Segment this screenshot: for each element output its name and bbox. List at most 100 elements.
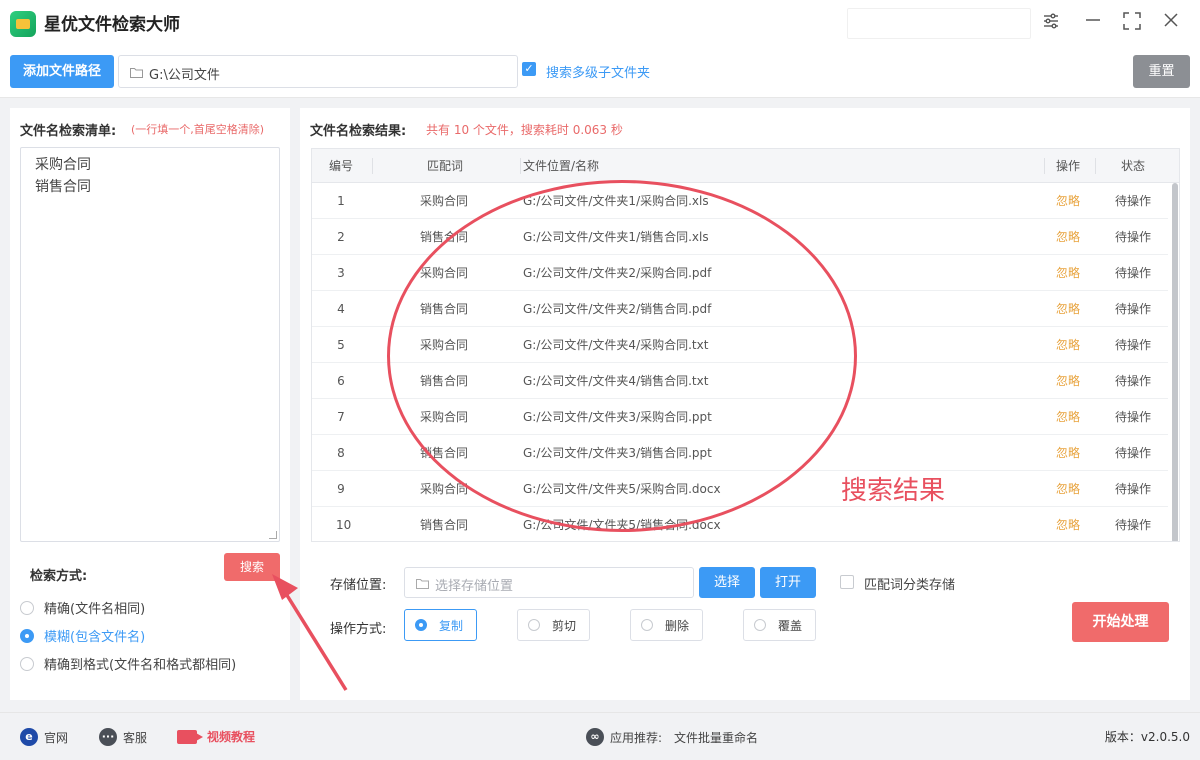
op-cut-label: 剪切 xyxy=(552,618,577,633)
mode-exact-label: 精确(文件名相同) xyxy=(44,602,146,617)
storage-placeholder: 选择存储位置 xyxy=(435,579,514,594)
cell-status: 待操作 xyxy=(1115,338,1152,352)
radio-icon xyxy=(641,619,653,631)
chat-icon: ··· xyxy=(99,728,117,746)
ignore-link[interactable]: 忽略 xyxy=(1056,255,1080,291)
ignore-link[interactable]: 忽略 xyxy=(1056,291,1080,327)
cell-match: 销售合同 xyxy=(420,302,469,316)
table-row[interactable]: 7 采购合同 G:/公司文件/文件夹3/采购合同.ppt 忽略 待操作 xyxy=(312,399,1168,435)
cell-no: 8 xyxy=(337,446,345,460)
col-status: 状态 xyxy=(1121,159,1146,173)
subfolder-checkbox[interactable]: ✓ xyxy=(522,62,536,76)
table-row[interactable]: 9 采购合同 G:/公司文件/文件夹5/采购合同.docx 忽略 待操作 xyxy=(312,471,1168,507)
open-button[interactable]: 打开 xyxy=(760,567,816,598)
cell-match: 销售合同 xyxy=(420,446,469,460)
start-button[interactable]: 开始处理 xyxy=(1072,602,1169,642)
cell-status: 待操作 xyxy=(1115,230,1152,244)
table-row[interactable]: 3 采购合同 G:/公司文件/文件夹2/采购合同.pdf 忽略 待操作 xyxy=(312,255,1168,291)
col-match: 匹配词 xyxy=(427,159,464,173)
cell-no: 1 xyxy=(337,194,345,208)
video-tutorial-link[interactable]: 视频教程 xyxy=(177,728,255,745)
table-row[interactable]: 6 销售合同 G:/公司文件/文件夹4/销售合同.txt 忽略 待操作 xyxy=(312,363,1168,399)
cell-status: 待操作 xyxy=(1115,266,1152,280)
ignore-link[interactable]: 忽略 xyxy=(1056,471,1080,507)
op-delete-option[interactable]: 删除 xyxy=(630,609,703,641)
path-value: G:\公司文件 xyxy=(149,68,220,83)
cell-no: 5 xyxy=(337,338,345,352)
table-row[interactable]: 10 销售合同 G:/公司文件/文件夹5/销售合同.docx 忽略 待操作 xyxy=(312,507,1168,541)
folder-icon xyxy=(130,67,143,82)
reset-button[interactable]: 重置 xyxy=(1133,55,1190,88)
cell-path: G:/公司文件/文件夹2/销售合同.pdf xyxy=(523,302,712,316)
op-copy-label: 复制 xyxy=(439,618,464,633)
service-link[interactable]: ··· 客服 xyxy=(99,728,147,746)
storage-field[interactable]: 选择存储位置 xyxy=(404,567,694,598)
op-overwrite-option[interactable]: 覆盖 xyxy=(743,609,816,641)
op-overwrite-label: 覆盖 xyxy=(778,618,803,633)
ignore-link[interactable]: 忽略 xyxy=(1056,363,1080,399)
choose-button[interactable]: 选择 xyxy=(699,567,755,598)
annotation-text: 搜索结果 xyxy=(841,476,946,506)
search-list-panel: 文件名检索清单: (一行填一个,首尾空格清除) 采购合同 销售合同 检索方式: … xyxy=(10,108,290,700)
table-row[interactable]: 2 销售合同 G:/公司文件/文件夹1/销售合同.xls 忽略 待操作 xyxy=(312,219,1168,255)
radio-icon xyxy=(20,656,34,671)
mode-exact-option[interactable]: 精确(文件名相同) xyxy=(20,598,145,617)
cell-no: 9 xyxy=(337,482,345,496)
mode-format-label: 精确到格式(文件名和格式都相同) xyxy=(44,658,237,673)
mode-format-option[interactable]: 精确到格式(文件名和格式都相同) xyxy=(20,654,236,673)
ignore-link[interactable]: 忽略 xyxy=(1056,327,1080,363)
ie-icon: e xyxy=(20,728,38,746)
add-path-button[interactable]: 添加文件路径 xyxy=(10,55,114,88)
results-panel: 文件名检索结果: 共有 10 个文件，搜索耗时 0.063 秒 编号 匹配词 文… xyxy=(300,108,1190,700)
name-line: 销售合同 xyxy=(35,179,91,195)
settings-sliders-icon[interactable] xyxy=(1040,12,1062,34)
mode-fuzzy-option[interactable]: 模糊(包含文件名) xyxy=(20,626,145,645)
cell-match: 采购合同 xyxy=(420,266,469,280)
ignore-link[interactable]: 忽略 xyxy=(1056,183,1080,219)
cell-no: 10 xyxy=(336,518,352,532)
names-textarea[interactable]: 采购合同 销售合同 xyxy=(20,147,280,542)
title-search-box[interactable] xyxy=(847,8,1031,39)
cell-path: G:/公司文件/文件夹1/销售合同.xls xyxy=(523,230,709,244)
ignore-link[interactable]: 忽略 xyxy=(1056,507,1080,541)
cell-match: 采购合同 xyxy=(420,410,469,424)
folder-icon xyxy=(416,578,429,593)
mode-fuzzy-label: 模糊(包含文件名) xyxy=(44,630,146,645)
op-cut-option[interactable]: 剪切 xyxy=(517,609,590,641)
cell-match: 销售合同 xyxy=(420,374,469,388)
ignore-link[interactable]: 忽略 xyxy=(1056,435,1080,471)
cell-path: G:/公司文件/文件夹3/采购合同.ppt xyxy=(523,410,712,424)
category-checkbox[interactable] xyxy=(840,575,854,589)
table-scrollbar[interactable] xyxy=(1172,183,1178,541)
radio-icon xyxy=(528,619,540,631)
minimize-icon[interactable] xyxy=(1082,12,1104,34)
table-row[interactable]: 5 采购合同 G:/公司文件/文件夹4/采购合同.txt 忽略 待操作 xyxy=(312,327,1168,363)
ignore-link[interactable]: 忽略 xyxy=(1056,219,1080,255)
table-row[interactable]: 8 销售合同 G:/公司文件/文件夹3/销售合同.ppt 忽略 待操作 xyxy=(312,435,1168,471)
maximize-icon[interactable] xyxy=(1121,12,1143,34)
close-icon[interactable] xyxy=(1160,12,1182,34)
subfolder-label[interactable]: 搜索多级子文件夹 xyxy=(546,62,650,81)
cell-status: 待操作 xyxy=(1115,410,1152,424)
path-field[interactable]: G:\公司文件 xyxy=(118,55,518,88)
website-link[interactable]: e 官网 xyxy=(20,728,68,746)
list-hint: (一行填一个,首尾空格清除) xyxy=(131,123,265,136)
table-row[interactable]: 1 采购合同 G:/公司文件/文件夹1/采购合同.xls 忽略 待操作 xyxy=(312,183,1168,219)
category-label[interactable]: 匹配词分类存储 xyxy=(864,574,955,593)
cell-no: 6 xyxy=(337,374,345,388)
table-header: 编号 匹配词 文件位置/名称 操作 状态 xyxy=(312,149,1179,183)
resize-grip-icon[interactable] xyxy=(269,531,277,539)
table-row[interactable]: 4 销售合同 G:/公司文件/文件夹2/销售合同.pdf 忽略 待操作 xyxy=(312,291,1168,327)
cell-match: 采购合同 xyxy=(420,338,469,352)
cell-match: 销售合同 xyxy=(420,230,469,244)
cell-path: G:/公司文件/文件夹5/采购合同.docx xyxy=(523,482,721,496)
annotation-arrow-icon xyxy=(272,574,348,691)
recommend-link[interactable]: ∞ 应用推荐: 文件批量重命名 xyxy=(586,728,758,746)
cell-path: G:/公司文件/文件夹4/销售合同.txt xyxy=(523,374,709,388)
cell-status: 待操作 xyxy=(1115,482,1152,496)
ignore-link[interactable]: 忽略 xyxy=(1056,399,1080,435)
cell-no: 3 xyxy=(337,266,345,280)
op-copy-option[interactable]: 复制 xyxy=(404,609,477,641)
cell-no: 4 xyxy=(337,302,345,316)
cell-status: 待操作 xyxy=(1115,446,1152,460)
